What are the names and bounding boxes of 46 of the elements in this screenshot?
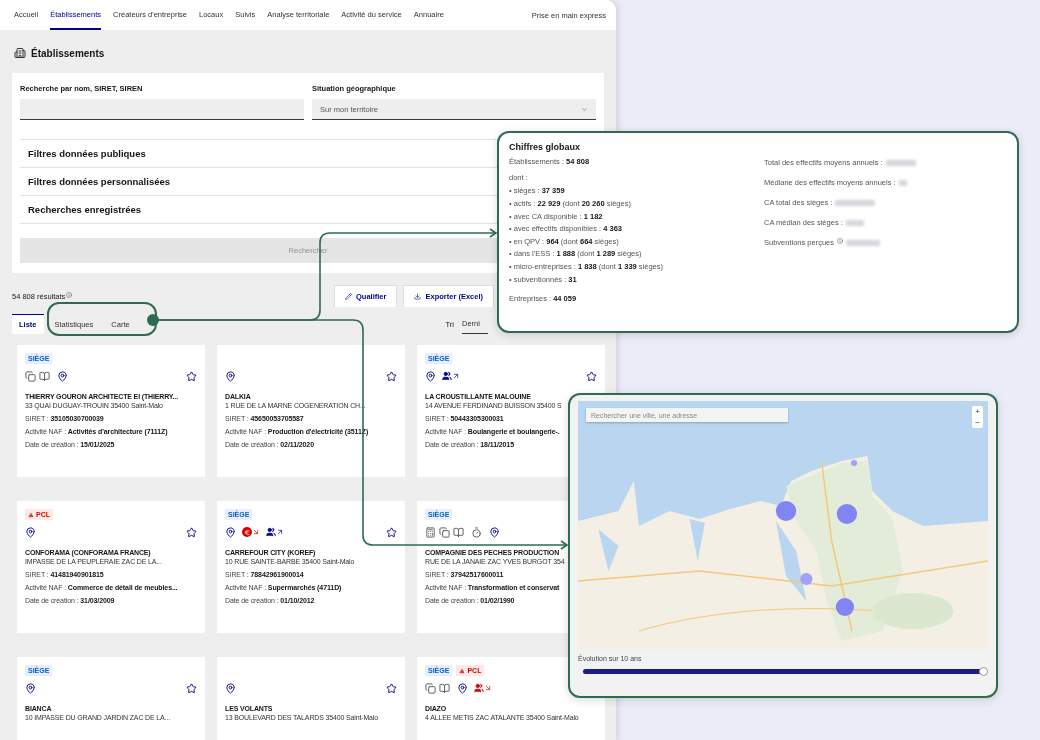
staff-up-icon <box>266 527 284 537</box>
map-pin-icon[interactable] <box>225 682 236 694</box>
book-icon <box>39 370 50 382</box>
page-title: Établissements <box>31 47 105 59</box>
copies-icon <box>425 682 436 694</box>
favorite-star-icon[interactable] <box>186 370 197 382</box>
map-pin-icon[interactable] <box>489 526 500 538</box>
zoom-in-button[interactable]: + <box>972 406 983 417</box>
favorite-star-icon[interactable] <box>186 526 197 538</box>
map-pin-icon[interactable] <box>225 370 236 382</box>
map-pin-icon[interactable] <box>225 526 236 538</box>
map-pin-icon[interactable] <box>457 682 468 694</box>
copies-icon <box>25 370 36 382</box>
blurred-value <box>835 200 876 206</box>
favorite-star-icon[interactable] <box>186 682 197 694</box>
map-pin-icon[interactable] <box>57 370 68 382</box>
map-pin-icon[interactable] <box>25 682 36 694</box>
timer-icon <box>471 526 482 538</box>
favorite-star-icon[interactable] <box>586 370 597 382</box>
popup-title: Chiffres globaux <box>509 142 581 152</box>
book-icon <box>453 526 464 538</box>
pencil-icon <box>345 293 353 300</box>
favorite-star-icon[interactable] <box>386 526 397 538</box>
chevron-down-icon <box>581 105 588 113</box>
blurred-value <box>846 240 881 246</box>
connector-dot <box>147 314 159 326</box>
calculator-icon <box>425 526 436 538</box>
zoom-out-button[interactable]: − <box>972 417 983 428</box>
staff-down-icon <box>474 683 492 693</box>
blurred-value <box>885 160 916 166</box>
blurred-value <box>845 220 864 226</box>
copies-icon <box>439 526 450 538</box>
revenue-down-icon <box>242 527 260 537</box>
timeline-thumb[interactable] <box>979 667 988 676</box>
map-pin-icon[interactable] <box>25 526 36 538</box>
info-icon[interactable] <box>837 238 844 244</box>
map-pin-icon[interactable] <box>425 370 436 382</box>
favorite-star-icon[interactable] <box>386 682 397 694</box>
building-icon <box>14 47 26 59</box>
book-icon <box>439 682 450 694</box>
info-icon[interactable] <box>66 292 73 298</box>
download-icon <box>414 293 422 300</box>
blurred-value <box>898 180 907 186</box>
search-field[interactable] <box>20 99 304 120</box>
staff-up-icon <box>442 371 460 381</box>
favorite-star-icon[interactable] <box>386 370 397 382</box>
